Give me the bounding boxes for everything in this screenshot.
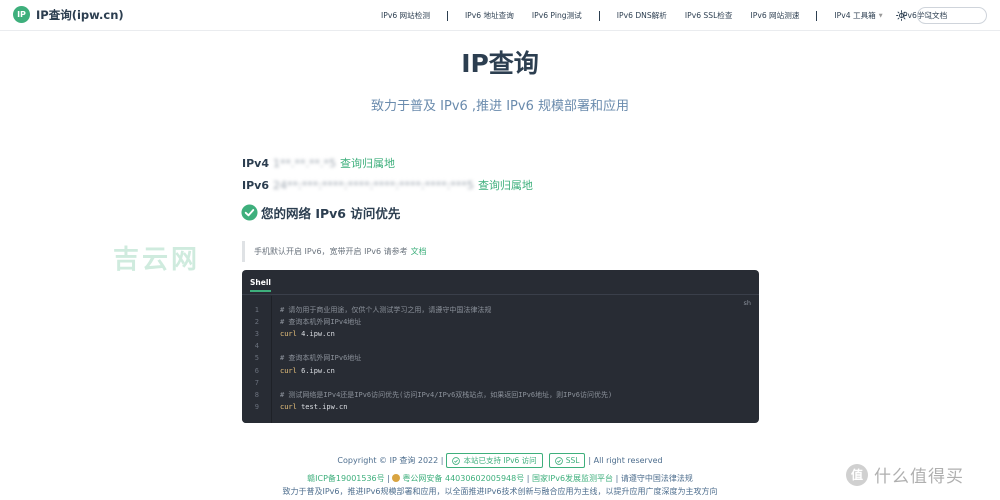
site-title[interactable]: IP查询(ipw.cn): [36, 7, 124, 23]
nav-divider: [598, 10, 600, 21]
status-text: 您的网络 IPv6 访问优先: [261, 206, 401, 221]
chevron-down-icon: ▼: [878, 13, 883, 19]
code-language-label: sh: [743, 299, 751, 307]
rights-text: | All right reserved: [588, 456, 663, 465]
nav-links: IPv6 网站检测 IPv6 地址查询 IPv6 Ping测试 IPv6 DNS…: [372, 0, 956, 31]
line-number: 4: [254, 342, 259, 351]
code-command: curl: [280, 366, 297, 375]
line-number: 5: [254, 354, 259, 363]
code-content: # 查询本机外网IPv6地址: [280, 353, 361, 363]
nav-divider: [446, 10, 448, 21]
ipv6-label: IPv6: [242, 179, 269, 192]
line-number: 9: [254, 402, 259, 411]
police-record-link[interactable]: 粤公网安备 44030602005948号: [402, 474, 524, 483]
code-argument: 6.ipw.cn: [301, 366, 335, 375]
code-line: 9 curl test.ipw.cn: [242, 401, 348, 413]
ipv6-lookup-link[interactable]: 查询归属地: [478, 179, 533, 192]
code-line: 7: [242, 377, 259, 389]
ipv4-row: IPv4 1**.**.**.*5 查询归属地: [242, 155, 395, 171]
site-logo[interactable]: IP IP查询(ipw.cn): [13, 6, 124, 23]
line-number: 1: [254, 306, 259, 315]
code-argument: test.ipw.cn: [301, 402, 348, 411]
code-lines: 1 # 请勿用于商业用途，仅供个人测试学习之用，请遵守中国法律法规 2 # 查询本机外…: [242, 304, 612, 413]
code-content: # 测试网络是IPv4还是IPv6访问优先(访问IPv4/IPv6双栈站点，如果…: [280, 390, 612, 400]
nav-link-ipv6-site-check[interactable]: IPv6 网站检测: [372, 10, 439, 21]
code-command: curl: [280, 330, 297, 339]
icp-link[interactable]: 赣ICP备19001536号: [307, 474, 385, 483]
code-content: curl 4.ipw.cn: [280, 330, 335, 338]
code-argument: 4.ipw.cn: [301, 330, 335, 339]
line-number: 7: [254, 378, 259, 387]
code-content: curl test.ipw.cn: [280, 403, 347, 411]
code-comment: # 查询本机外网IPv4地址: [280, 318, 362, 327]
code-content: # 查询本机外网IPv4地址: [280, 317, 361, 327]
search-box[interactable]: [917, 7, 987, 24]
code-block: Shell sh 1 # 请勿用于商业用途，仅供个人测试学习之用，请遵守中国法律法…: [242, 270, 759, 423]
line-number: 2: [254, 318, 259, 327]
line-number: 8: [254, 390, 259, 399]
code-tab-shell[interactable]: Shell: [250, 278, 271, 292]
law-text: 请遵守中国法律法规: [620, 474, 693, 483]
code-line: 3 curl 4.ipw.cn: [242, 328, 335, 340]
footer-separator: |: [384, 474, 393, 483]
ssl-badge-label: SSL: [565, 456, 580, 465]
code-line: 6 curl 6.ipw.cn: [242, 364, 335, 376]
nav-link-ipv4-tools-label: IPv4 工具箱: [834, 11, 876, 20]
page-subtitle: 致力于普及 IPv6 ,推进 IPv6 规模部署和应用: [371, 99, 629, 114]
code-tab-divider: [242, 294, 759, 295]
footer-separator: |: [524, 474, 533, 483]
ipv4-lookup-link[interactable]: 查询归属地: [340, 157, 395, 170]
tip-docs-link[interactable]: 文档: [411, 246, 427, 257]
ipv6-row: IPv6 24**:***:****:****:****:****:****:**…: [242, 177, 533, 193]
nav-link-ipv6-dns[interactable]: IPv6 DNS解析: [608, 10, 676, 21]
code-content: curl 6.ipw.cn: [280, 367, 335, 375]
code-comment: # 请勿用于商业用途，仅供个人测试学习之用，请遵守中国法律法规: [280, 306, 492, 315]
ipv6-address: 24**:***:****:****:****:****:****:***5: [272, 179, 474, 192]
line-number: 3: [254, 330, 259, 339]
ipv6-support-badge-label: 本站已支持 IPv6 访问: [463, 456, 537, 465]
ipv4-address: 1**.**.**.*5: [272, 157, 336, 170]
tip-block: 手机默认开启 IPv6，宽带开启 IPv6 请参考 文档: [242, 241, 427, 262]
police-badge-icon: [392, 474, 401, 482]
nav-link-ipv4-tools[interactable]: IPv4 工具箱 ▼: [825, 10, 891, 21]
search-icon: [924, 11, 933, 20]
source-watermark: 值 什么值得买: [846, 462, 964, 487]
code-line: 2 # 查询本机外网IPv4地址: [242, 316, 362, 328]
tip-text: 手机默认开启 IPv6，宽带开启 IPv6 请参考: [254, 247, 408, 256]
ipv6-support-badge[interactable]: 本站已支持 IPv6 访问: [446, 453, 543, 468]
copyright-text: Copyright © IP 查询 2022 |: [337, 456, 444, 465]
footer-mission: 致力于普及IPv6，推进IPv6规模部署和应用，以全面推进IPv6技术创新与融合…: [282, 487, 718, 496]
code-command: curl: [280, 402, 297, 411]
ipv4-label: IPv4: [242, 157, 269, 170]
code-comment: # 测试网络是IPv4还是IPv6访问优先(访问IPv4/IPv6双栈站点，如果…: [280, 390, 613, 399]
source-logo-icon: 值: [846, 463, 868, 486]
ipv6-priority-status: 您的网络 IPv6 访问优先: [241, 203, 400, 222]
page-title: IP查询: [461, 49, 539, 78]
code-line: 5 # 查询本机外网IPv6地址: [242, 352, 362, 364]
sun-icon[interactable]: [896, 10, 907, 21]
watermark-text: 吉云网: [113, 245, 201, 275]
nav-link-ipv6-address-lookup[interactable]: IPv6 地址查询: [456, 10, 523, 21]
nav-link-ipv6-speed[interactable]: IPv6 网站测速: [742, 10, 809, 21]
logo-icon: IP: [13, 6, 30, 23]
code-content: # 请勿用于商业用途，仅供个人测试学习之用，请遵守中国法律法规: [280, 305, 491, 315]
top-nav: IP IP查询(ipw.cn) IPv6 网站检测 IPv6 地址查询 IPv6…: [0, 0, 1000, 31]
ssl-badge[interactable]: SSL: [548, 453, 586, 468]
footer-separator: |: [613, 474, 621, 483]
line-number: 6: [254, 366, 259, 375]
code-line: 8 # 测试网络是IPv4还是IPv6访问优先(访问IPv4/IPv6双栈站点，如…: [242, 389, 612, 401]
check-circle-icon: [452, 456, 461, 465]
check-circle-icon: [241, 204, 258, 221]
nav-divider: [816, 10, 818, 21]
code-comment: # 查询本机外网IPv6地址: [280, 354, 362, 363]
check-circle-icon: [554, 456, 563, 465]
ipv6-platform-link[interactable]: 国家IPv6发展监测平台: [532, 474, 613, 483]
nav-link-ipv6-ssl[interactable]: IPv6 SSL检查: [676, 10, 742, 21]
code-line: 4: [242, 340, 259, 352]
nav-link-ipv6-ping[interactable]: IPv6 Ping测试: [523, 10, 591, 21]
source-watermark-text: 什么值得买: [874, 467, 964, 487]
code-line: 1 # 请勿用于商业用途，仅供个人测试学习之用，请遵守中国法律法规: [242, 304, 492, 316]
search-input[interactable]: [936, 9, 982, 22]
